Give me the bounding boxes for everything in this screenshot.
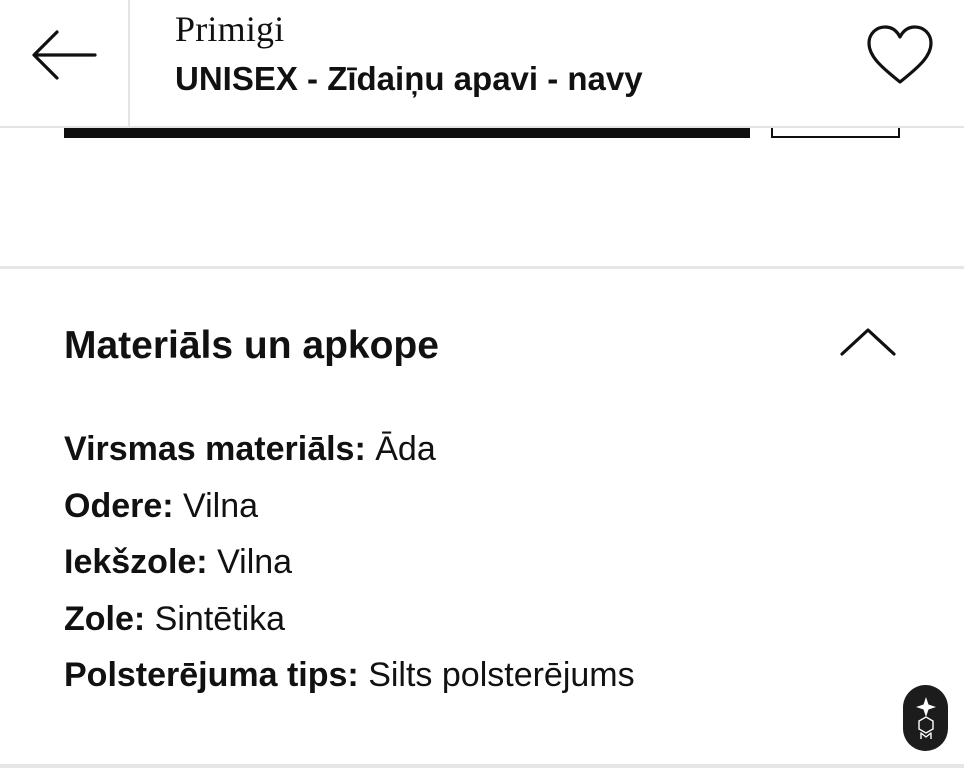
wishlist-button[interactable] — [862, 20, 938, 90]
product-page: Primigi UNISEX - Zīdaiņu apavi - navy Ma… — [0, 0, 964, 768]
section-divider — [0, 266, 964, 269]
product-header: Primigi UNISEX - Zīdaiņu apavi - navy — [0, 0, 964, 128]
attribute-value: Sintētika — [154, 599, 286, 638]
attribute-label: Virsmas materiāls: — [64, 430, 376, 468]
attribute-value: Āda — [375, 430, 436, 468]
arrow-left-icon — [32, 30, 97, 80]
heart-icon — [867, 25, 933, 84]
material-attributes-list: Virsmas materiāls: Āda Odere: Vilna Iekš… — [64, 426, 635, 709]
attribute-row: Iekšzole: Vilna — [64, 539, 635, 596]
materials-accordion-toggle[interactable]: Materiāls un apkope — [0, 290, 964, 400]
bottom-divider — [0, 764, 964, 768]
sparkle-logo-icon — [915, 697, 936, 739]
floating-assistant-button[interactable] — [903, 685, 948, 751]
attribute-label: Odere: — [64, 486, 184, 525]
brand-name[interactable]: Primigi — [175, 8, 284, 50]
attribute-label: Polsterējuma tips: — [64, 656, 369, 694]
back-button[interactable] — [0, 0, 130, 126]
attribute-label: Zole: — [64, 599, 155, 638]
attribute-row: Virsmas materiāls: Āda — [64, 426, 635, 483]
chevron-up-icon — [840, 328, 896, 356]
attribute-value: Silts polsterējums — [368, 656, 635, 694]
attribute-value: Vilna — [217, 543, 293, 581]
attribute-label: Iekšzole: — [64, 543, 218, 581]
attribute-row: Polsterējuma tips: Silts polsterējums — [64, 652, 635, 709]
attribute-row: Odere: Vilna — [64, 483, 635, 540]
accordion-title: Materiāls un apkope — [64, 324, 439, 367]
product-title: UNISEX - Zīdaiņu apavi - navy — [175, 60, 643, 97]
attribute-value: Vilna — [183, 486, 259, 525]
attribute-row: Zole: Sintētika — [64, 596, 635, 653]
